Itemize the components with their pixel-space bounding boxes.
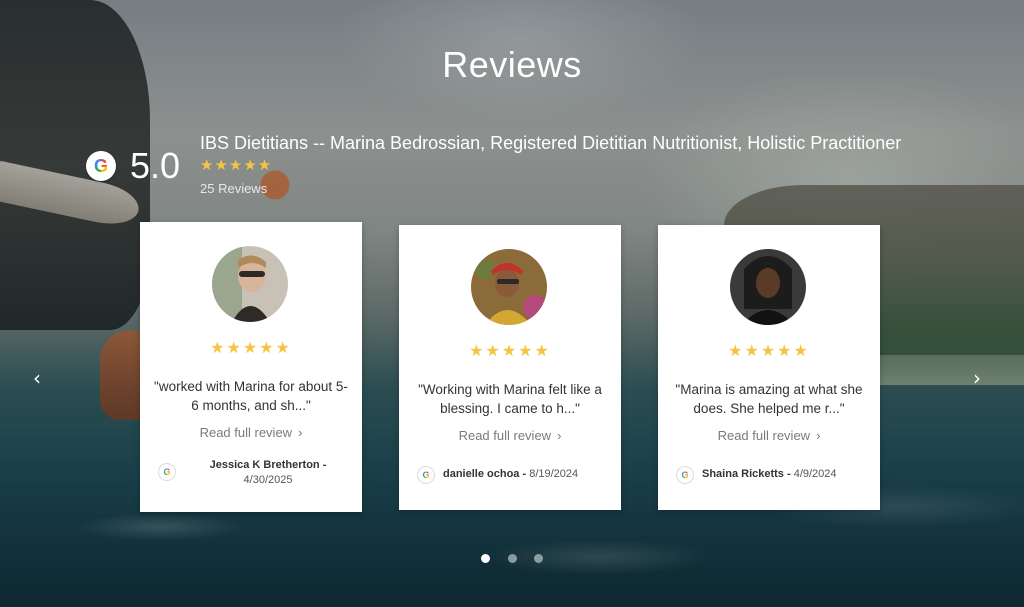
review-quote: "worked with Marina for about 5-6 months… xyxy=(154,379,348,413)
read-full-review-label: Read full review xyxy=(199,425,293,440)
carousel-dot-3[interactable] xyxy=(533,554,543,563)
carousel-dot-1[interactable] xyxy=(481,554,491,563)
chevron-right-icon: › xyxy=(816,428,821,443)
business-name: IBS Dietitians -- Marina Bedrossian, Reg… xyxy=(200,133,902,153)
review-date: 4/30/2025 xyxy=(243,474,293,486)
reviewer-byline: Jessica K Bretherton - 4/30/2025 xyxy=(184,458,352,488)
overall-rating: 5.0 xyxy=(130,145,181,186)
google-g-icon: G xyxy=(158,463,176,481)
review-card: ★★★★★ "worked with Marina for about 5-6 … xyxy=(140,222,362,512)
reviewer-name: Shaina Ricketts - xyxy=(702,468,791,480)
reviewer-info: G danielle ochoa - 8/19/2024 xyxy=(417,461,611,501)
reviewer-info: G Shaina Ricketts - 4/9/2024 xyxy=(676,461,870,501)
reviewer-avatar xyxy=(471,249,547,325)
reviewer-info: G Jessica K Bretherton - 4/30/2025 xyxy=(158,458,352,498)
carousel-dot-2[interactable] xyxy=(507,554,517,563)
google-g-icon: G xyxy=(417,466,435,484)
google-g-letter: G xyxy=(422,470,430,480)
page-title: Reviews xyxy=(442,44,582,85)
review-quote: "Working with Marina felt like a blessin… xyxy=(418,382,602,416)
reviewer-avatar xyxy=(730,249,806,325)
overall-stars: ★★★★★ xyxy=(200,156,273,174)
read-full-review-link[interactable]: Read full review › xyxy=(140,425,362,440)
read-full-review-link[interactable]: Read full review › xyxy=(658,428,880,443)
carousel-next-arrow-icon[interactable]: › xyxy=(967,366,987,390)
google-g-icon: G xyxy=(86,151,116,181)
reviewer-byline: Shaina Ricketts - 4/9/2024 xyxy=(702,467,870,482)
google-g-letter: G xyxy=(93,155,108,176)
reviewer-avatar xyxy=(212,246,288,322)
read-full-review-label: Read full review xyxy=(717,428,811,443)
google-g-letter: G xyxy=(163,467,171,477)
reviewer-byline: danielle ochoa - 8/19/2024 xyxy=(443,467,611,482)
review-card: ★★★★★ "Marina is amazing at what she doe… xyxy=(658,225,880,510)
review-date: 8/19/2024 xyxy=(529,468,579,480)
google-g-letter: G xyxy=(681,470,689,480)
reviewer-name: danielle ochoa - xyxy=(443,468,527,480)
review-stars: ★★★★★ xyxy=(469,341,551,360)
review-stars: ★★★★★ xyxy=(728,341,810,360)
read-full-review-label: Read full review xyxy=(458,428,552,443)
review-quote: "Marina is amazing at what she does. She… xyxy=(675,382,863,416)
chevron-right-icon: › xyxy=(557,428,562,443)
read-full-review-link[interactable]: Read full review › xyxy=(399,428,621,443)
review-card: ★★★★★ "Working with Marina felt like a b… xyxy=(399,225,621,510)
google-g-icon: G xyxy=(676,466,694,484)
rating-summary: G 5.0 IBS Dietitians -- Marina Bedrossia… xyxy=(86,133,986,203)
review-date: 4/9/2024 xyxy=(793,468,837,480)
review-stars: ★★★★★ xyxy=(210,338,292,357)
reviews-section: Reviews G 5.0 IBS Dietitians -- Marina B… xyxy=(0,0,1024,607)
chevron-right-icon: › xyxy=(298,425,303,440)
review-count: 25 Reviews xyxy=(200,181,268,196)
carousel-prev-arrow-icon[interactable]: ‹ xyxy=(27,366,47,390)
reviewer-name: Jessica K Bretherton - xyxy=(209,459,327,471)
carousel-pagination xyxy=(0,548,1024,567)
